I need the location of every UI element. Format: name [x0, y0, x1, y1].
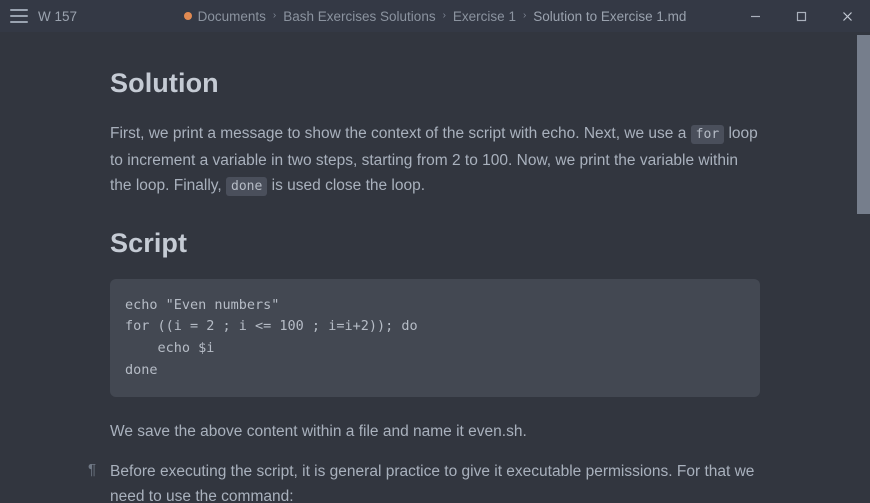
window-controls [732, 0, 870, 32]
vault-name-label: W 157 [38, 8, 78, 24]
vertical-scrollbar-thumb[interactable] [857, 35, 870, 214]
vertical-scrollbar-track[interactable] [857, 32, 870, 503]
breadcrumb-item-exercise-1[interactable]: Exercise 1 [453, 9, 516, 24]
markdown-document[interactable]: Solution First, we print a message to sh… [0, 32, 870, 503]
paragraph-intro-text-3: is used close the loop. [271, 177, 426, 194]
chevron-right-icon: › [522, 10, 527, 21]
close-button[interactable] [824, 0, 870, 32]
pilcrow-icon: ¶ [88, 460, 97, 478]
maximize-button[interactable] [778, 0, 824, 32]
chevron-right-icon: › [272, 10, 277, 21]
breadcrumb-item-bash-exercises-solutions[interactable]: Bash Exercises Solutions [283, 9, 435, 24]
minimize-button[interactable] [732, 0, 778, 32]
code-block-bash-script[interactable]: echo "Even numbers" for ((i = 2 ; i <= 1… [110, 278, 760, 398]
code-block-container: echo "Even numbers" for ((i = 2 ; i <= 1… [110, 278, 760, 398]
inline-code-for: for [690, 125, 725, 144]
inline-code-done: done [226, 177, 268, 196]
heading-block-solution: Solution [110, 68, 760, 99]
paragraph-block-permissions: ¶ Before executing the script, it is gen… [88, 459, 760, 503]
paragraph-block-intro: First, we print a message to show the co… [110, 121, 760, 200]
paragraph-intro-text-1: First, we print a message to show the co… [110, 125, 687, 142]
hamburger-icon[interactable] [10, 9, 28, 23]
page-title: Solution [110, 68, 219, 98]
section-heading-script: Script [110, 227, 188, 258]
paragraph-intro: First, we print a message to show the co… [110, 121, 760, 200]
breadcrumb-item-current-file[interactable]: Solution to Exercise 1.md [533, 9, 686, 24]
unsaved-indicator-dot [183, 12, 192, 20]
editor-content-area[interactable]: Solution First, we print a message to sh… [0, 32, 870, 503]
paragraph-block-save: We save the above content within a file … [110, 419, 760, 445]
titlebar-left-group: W 157 [0, 9, 77, 24]
chevron-right-icon: › [442, 10, 446, 21]
paragraph-save-file: We save the above content within a file … [110, 423, 527, 441]
paragraph-permissions: Before executing the script, it is gener… [110, 462, 755, 503]
title-bar: W 157 Documents › Bash Exercises Solutio… [0, 0, 870, 32]
heading-block-script: Script [110, 228, 760, 259]
breadcrumb-item-documents[interactable]: Documents [198, 9, 266, 24]
